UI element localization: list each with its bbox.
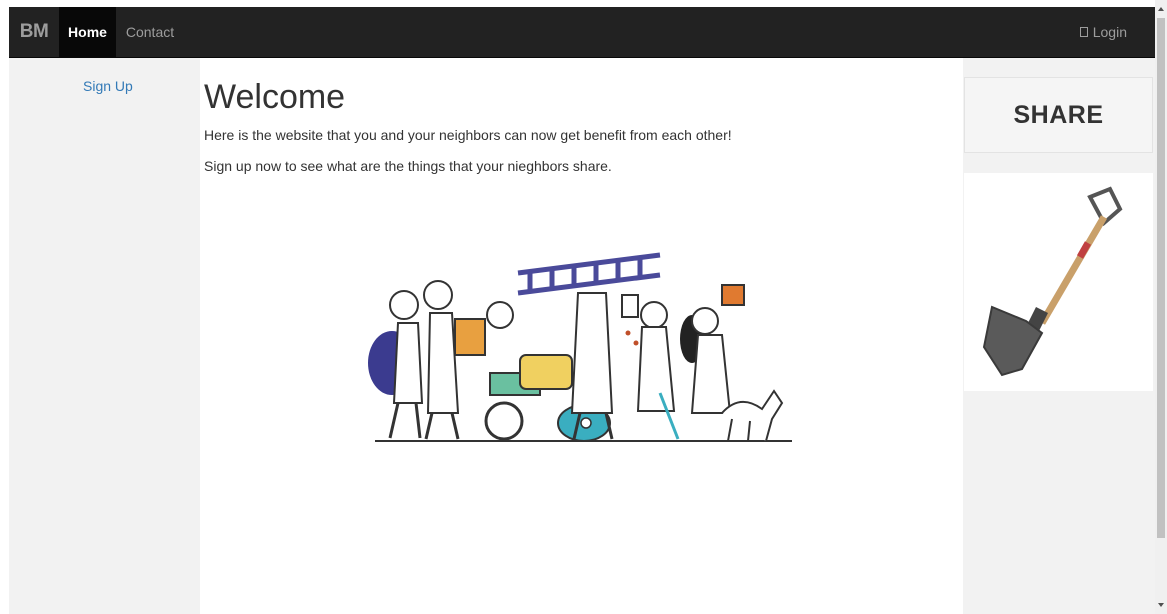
scroll-up-icon[interactable]	[1158, 7, 1164, 11]
page: BM Home Contact Login Sign Up Welcome He…	[0, 0, 1167, 614]
page-title: Welcome	[204, 78, 346, 116]
main-content: Welcome Here is the website that you and…	[200, 58, 963, 614]
shovel-image-panel[interactable]	[964, 173, 1153, 391]
nav-home-link[interactable]: Home	[59, 7, 116, 57]
intro-paragraph: Here is the website that you and your ne…	[204, 127, 732, 143]
scroll-thumb[interactable]	[1157, 18, 1165, 538]
shovel-image	[982, 186, 1123, 377]
signup-link[interactable]: Sign Up	[83, 78, 133, 94]
scroll-down-icon[interactable]	[1158, 603, 1164, 607]
nav-login-link[interactable]: Login	[1079, 7, 1127, 57]
login-icon	[1079, 27, 1088, 37]
page-scrollbar[interactable]	[1155, 0, 1167, 614]
share-panel: SHARE	[964, 77, 1153, 153]
top-strip	[0, 0, 1167, 7]
signup-paragraph: Sign up now to see what are the things t…	[204, 158, 612, 174]
brand-logo[interactable]: BM	[9, 7, 59, 57]
neighbors-sharing-illustration	[368, 252, 792, 442]
left-sidebar: Sign Up	[9, 58, 200, 614]
navbar: BM Home Contact Login	[9, 7, 1155, 58]
left-edge	[0, 0, 9, 614]
right-sidebar: SHARE	[963, 58, 1155, 614]
nav-contact-link[interactable]: Contact	[116, 7, 184, 57]
login-label: Login	[1092, 24, 1127, 40]
